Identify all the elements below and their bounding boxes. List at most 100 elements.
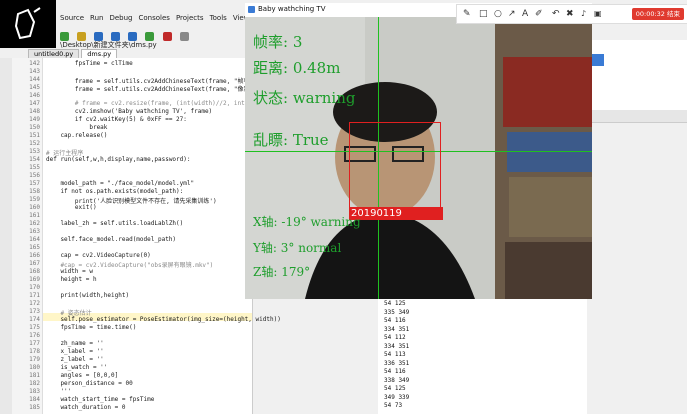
code-line: '''	[46, 388, 72, 395]
settings-icon[interactable]	[179, 32, 189, 41]
code-line: cv2.imshow('Baby wathching TV', frame)	[46, 108, 213, 115]
line-number: 170	[29, 284, 40, 291]
code-line: if not os.path.exists(model_path):	[46, 188, 184, 195]
line-number: 156	[29, 172, 40, 179]
line-number: 157	[29, 180, 40, 187]
line-number: 180	[29, 364, 40, 371]
line-number: 165	[29, 244, 40, 251]
camera-icon[interactable]: ▣	[594, 8, 602, 20]
menu-item-projects[interactable]: Projects	[176, 14, 204, 22]
code-line: x_label = ''	[46, 348, 104, 355]
console-line: 336 351	[384, 359, 410, 367]
left-margin	[0, 58, 12, 414]
x-axis-text: X轴: -19° warning	[253, 215, 361, 229]
distance-text: 距离: 0.48m	[253, 59, 341, 77]
text-icon[interactable]: A	[522, 8, 528, 20]
line-number: 152	[29, 140, 40, 147]
code-editor[interactable]: 142 143 144 145 146 147 148 149 150 151 152 153 154 1…	[12, 58, 281, 414]
console-line: 54 125	[384, 300, 406, 307]
code-line: fpsTime = time.time()	[46, 324, 137, 331]
menu-item-source[interactable]: Source	[60, 14, 84, 22]
line-number: 174	[29, 316, 40, 323]
pen-icon[interactable]: ✎	[463, 8, 471, 20]
line-number: 182	[29, 380, 40, 387]
face-name-label: 20190119	[349, 207, 443, 220]
console-line: 54 73	[384, 402, 403, 409]
circle-icon[interactable]: ○	[494, 8, 502, 20]
code-line: cap.release()	[46, 132, 108, 139]
line-number: 161	[29, 212, 40, 219]
line-number: 167	[29, 260, 40, 267]
code-line: z_label = ''	[46, 356, 104, 363]
code-line: zh_name = ''	[46, 340, 104, 347]
line-number: 178	[29, 348, 40, 355]
menu-item-tools[interactable]: Tools	[210, 14, 227, 22]
line-number: 172	[29, 300, 40, 307]
stop-icon[interactable]	[162, 32, 172, 41]
line-number: 181	[29, 372, 40, 379]
menu-item-run[interactable]: Run	[90, 14, 103, 22]
line-number: 160	[29, 204, 40, 211]
code-line: def run(self,w,h,display,name,password):	[46, 156, 191, 163]
line-number: 173	[29, 308, 40, 315]
toolbar	[60, 26, 250, 41]
annotation-toolbar: ✎ □ ○ ↗ A ✐ ↶ ✖ ♪ ▣ 00:00:32 结束	[456, 4, 687, 24]
code-line: exit()	[46, 204, 97, 211]
line-number: 147	[29, 100, 40, 107]
line-number: 164	[29, 236, 40, 243]
pane-toolbar	[592, 110, 687, 123]
line-number: 175	[29, 324, 40, 331]
line-number: 148	[29, 108, 40, 115]
line-number: 176	[29, 332, 40, 339]
line-number: 142	[29, 60, 40, 67]
square-icon[interactable]: □	[479, 8, 488, 20]
code-line: print(width,height)	[46, 292, 130, 299]
y-axis-text: Y轴: 3° normal	[253, 241, 342, 255]
line-number: 179	[29, 356, 40, 363]
menu-item-debug[interactable]: Debug	[109, 14, 132, 22]
line-number: 149	[29, 116, 40, 123]
code-line: watch_duration = 0	[46, 404, 126, 411]
video-window-title: Baby wathching TV	[258, 5, 326, 13]
code-line: self.face_model.read(model_path)	[46, 236, 177, 243]
console-line: 54 125	[384, 385, 406, 392]
camera-frame: 20190119 帧率: 3 距离: 0.48m 状态: warning 乱瞟:…	[245, 17, 592, 299]
line-number: 185	[29, 404, 40, 411]
console-line: 54 112	[384, 334, 406, 341]
undo-icon[interactable]: ↶	[552, 8, 560, 20]
console-line: 54 113	[384, 351, 406, 358]
console-line: 54 116	[384, 317, 406, 324]
fps-text: 帧率: 3	[253, 33, 303, 51]
console-line: 334 351	[384, 325, 410, 333]
console-line: 338 349	[384, 376, 410, 384]
arrow-icon[interactable]: ↗	[508, 8, 516, 20]
code-line: fpsTime = clTime	[46, 60, 133, 67]
code-line: if cv2.waitKey(5) & 0xFF == 27:	[46, 116, 187, 123]
code-line: is_watch = ''	[46, 364, 108, 371]
microphone-icon[interactable]: ♪	[581, 8, 586, 20]
app-logo	[0, 0, 56, 48]
delete-icon[interactable]: ✖	[566, 8, 574, 20]
code-line: angles = [0,0,0]	[46, 372, 119, 379]
line-number: 158	[29, 188, 40, 195]
marker-icon[interactable]: ✐	[535, 8, 543, 20]
code-line: height = h	[46, 276, 97, 283]
code-line: cap = cv2.VideoCapture(0)	[46, 252, 151, 259]
line-number: 177	[29, 340, 40, 347]
line-number: 144	[29, 76, 40, 83]
console-output[interactable]: 54 125 335 349 54 116 334 351 54 112 334 351 5…	[378, 298, 587, 414]
code-line: label_zh = self.utils.loadLablZh()	[46, 220, 184, 227]
line-number: 183	[29, 388, 40, 395]
console-line: 335 349	[384, 308, 410, 316]
record-stop-button[interactable]: 00:00:32 结束	[631, 8, 684, 20]
status-text: 状态: warning	[253, 89, 356, 107]
line-number: 154	[29, 156, 40, 163]
line-number: 171	[29, 292, 40, 299]
selection-marker	[592, 54, 604, 66]
line-number: 162	[29, 220, 40, 227]
line-number: 163	[29, 228, 40, 235]
video-window[interactable]: Baby wathching TV 20190119 帧率: 3 距离: 0.4…	[245, 3, 592, 299]
menu-item-consoles[interactable]: Consoles	[139, 14, 170, 22]
console-line: 349 339	[384, 393, 410, 401]
line-number: 168	[29, 268, 40, 275]
